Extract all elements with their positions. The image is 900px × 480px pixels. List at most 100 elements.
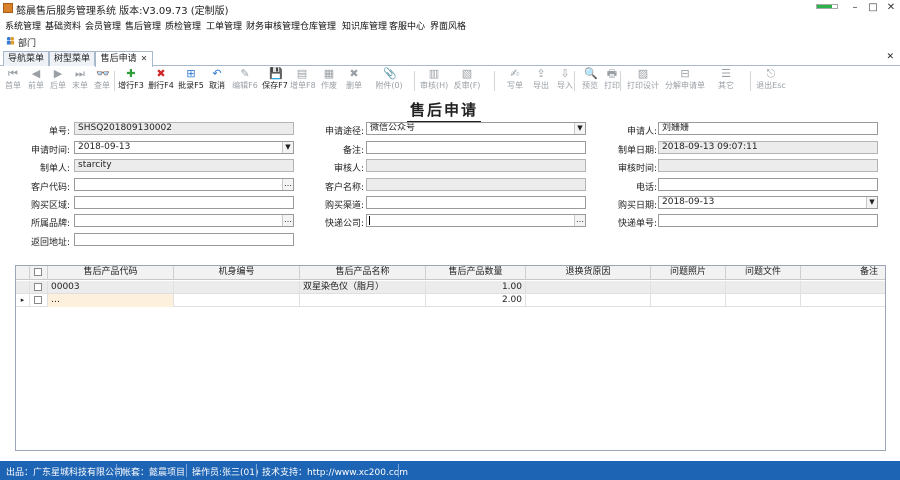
doc-no-field[interactable]: SHSQ201809130002 — [74, 122, 294, 135]
menu-member[interactable]: 会员管理 — [85, 19, 121, 32]
return-address-field[interactable] — [74, 233, 294, 246]
new-button[interactable]: ▤ 增单F8 — [290, 67, 316, 94]
add-row-button[interactable]: ✚ 增行F3 — [118, 67, 144, 94]
cell-quantity[interactable]: 2.00 — [426, 294, 526, 307]
row-select[interactable] — [30, 281, 48, 294]
find-button[interactable]: 👓 查单 — [92, 67, 112, 94]
tab-close-icon[interactable]: ✕ — [141, 54, 148, 63]
cell-files[interactable] — [726, 281, 801, 294]
cancel-button[interactable]: ↶ 取消 — [206, 67, 228, 94]
creator-field[interactable]: starcity — [74, 159, 294, 172]
tab-aftersales-apply[interactable]: 售后申请 ✕ — [95, 51, 153, 67]
cell-remark[interactable] — [801, 294, 885, 307]
ellipsis-icon[interactable]: … — [282, 179, 293, 190]
col-remark[interactable]: 备注 — [801, 266, 885, 280]
menu-workorder[interactable]: 工单管理 — [206, 19, 242, 32]
grid-header-select[interactable] — [30, 266, 48, 280]
next-button[interactable]: ▶ 后单 — [48, 67, 68, 94]
menu-finance-audit[interactable]: 财务审核管理 — [246, 19, 300, 32]
chevron-down-icon[interactable]: ▼ — [574, 123, 585, 134]
create-date-field[interactable]: 2018-09-13 09:07:11 — [658, 141, 878, 154]
menu-basic-data[interactable]: 基础资料 — [45, 19, 81, 32]
menu-theme[interactable]: 界面风格 — [430, 19, 466, 32]
save-button[interactable]: 💾 保存F7 — [262, 67, 288, 94]
col-return-reason[interactable]: 退换货原因 — [526, 266, 651, 280]
brand-field[interactable]: … — [74, 214, 294, 227]
col-product-name[interactable]: 售后产品名称 — [300, 266, 426, 280]
row-select[interactable] — [30, 294, 48, 307]
region-field[interactable] — [74, 196, 294, 209]
cell-serial-no[interactable] — [174, 294, 300, 307]
cell-photos[interactable] — [651, 281, 726, 294]
cell-serial-no[interactable] — [174, 281, 300, 294]
cell-product-code[interactable]: 00003 — [48, 281, 174, 294]
minimize-button[interactable]: – — [848, 1, 862, 14]
col-quantity[interactable]: 售后产品数量 — [426, 266, 526, 280]
unapprove-button[interactable]: ▧ 反审(F) — [452, 67, 482, 94]
preview-button[interactable]: 🔍 预览 — [580, 67, 600, 94]
tab-tree-menu[interactable]: 树型菜单 — [49, 51, 95, 66]
select-all-checkbox[interactable] — [34, 268, 42, 276]
chevron-down-icon[interactable]: ▼ — [282, 142, 293, 153]
menu-aftersales[interactable]: 售后管理 — [125, 19, 161, 32]
split-button[interactable]: ⊟ 分解申请单 — [664, 67, 706, 94]
chevron-down-icon[interactable]: ▼ — [866, 197, 877, 208]
ellipsis-icon[interactable]: … — [574, 215, 585, 226]
attachment-button[interactable]: 📎 附件(0) — [367, 67, 411, 94]
status-support[interactable]: 技术支持：http://www.xc200.com — [262, 465, 408, 478]
table-row[interactable]: 00003 双星染色仪（脂月） 1.00 — [16, 281, 885, 294]
cell-return-reason[interactable] — [526, 294, 651, 307]
prev-button[interactable]: ◀ 前单 — [26, 67, 46, 94]
write-button[interactable]: ✍ 写单 — [500, 67, 530, 94]
col-product-code[interactable]: 售后产品代码 — [48, 266, 174, 280]
more-button[interactable]: ☰ 其它 — [710, 67, 742, 94]
cell-product-name[interactable]: 双星染色仪（脂月） — [300, 281, 426, 294]
ellipsis-icon[interactable]: … — [282, 215, 293, 226]
menu-knowledge[interactable]: 知识库管理 — [342, 19, 387, 32]
purchase-date-field[interactable]: 2018-09-13 ▼ — [658, 196, 878, 209]
channel-select[interactable]: 微信公众号 ▼ — [366, 122, 586, 135]
print-button[interactable]: 🖶 打印 — [602, 67, 622, 94]
menu-service-center[interactable]: 客服中心 — [389, 19, 425, 32]
row-checkbox[interactable] — [34, 283, 42, 291]
applicant-field[interactable]: 刘姗姗 — [658, 122, 878, 135]
col-files[interactable]: 问题文件 — [726, 266, 801, 280]
audit-time-field[interactable] — [658, 159, 878, 172]
import-button[interactable]: ⇩ 导入 — [555, 67, 575, 94]
menu-warehouse[interactable]: 仓库管理 — [300, 19, 336, 32]
cell-return-reason[interactable] — [526, 281, 651, 294]
phone-field[interactable] — [658, 178, 878, 191]
tracking-no-field[interactable] — [658, 214, 878, 227]
row-checkbox[interactable] — [34, 296, 42, 304]
auditor-field[interactable] — [366, 159, 586, 172]
cell-remark[interactable] — [801, 281, 885, 294]
approve-button[interactable]: ▥ 审核(H) — [420, 67, 448, 94]
cell-files[interactable] — [726, 294, 801, 307]
remark-field[interactable] — [366, 141, 586, 154]
table-row[interactable]: ▸ … 2.00 — [16, 294, 885, 307]
exit-button[interactable]: ⎋ 退出Esc — [756, 67, 786, 94]
export-button[interactable]: ⇪ 导出 — [531, 67, 551, 94]
menu-qc[interactable]: 质检管理 — [165, 19, 201, 32]
last-button[interactable]: ⏭ 末单 — [70, 67, 90, 94]
courier-field[interactable]: … — [366, 214, 586, 227]
cell-product-code[interactable]: … — [48, 294, 174, 307]
maximize-button[interactable]: □ — [866, 1, 880, 14]
apply-time-field[interactable]: 2018-09-13 ▼ — [74, 141, 294, 154]
customer-code-field[interactable]: … — [74, 178, 294, 191]
purchase-channel-field[interactable] — [366, 196, 586, 209]
first-button[interactable]: ⏮ 首单 — [4, 67, 22, 94]
col-photos[interactable]: 问题照片 — [651, 266, 726, 280]
cell-photos[interactable] — [651, 294, 726, 307]
cell-product-name[interactable] — [300, 294, 426, 307]
batch-entry-button[interactable]: ⊞ 批录F5 — [178, 67, 204, 94]
department-label[interactable]: 部门 — [18, 36, 36, 49]
close-all-tabs-icon[interactable]: ✕ — [886, 52, 894, 62]
void-button[interactable]: ▦ 作废 — [318, 67, 340, 94]
customer-name-field[interactable] — [366, 178, 586, 191]
cell-quantity[interactable]: 1.00 — [426, 281, 526, 294]
close-window-button[interactable]: ✕ — [884, 1, 898, 14]
print-design-button[interactable]: ▨ 打印设计 — [627, 67, 659, 94]
edit-button[interactable]: ✎ 编辑F6 — [232, 67, 258, 94]
menu-system[interactable]: 系统管理 — [5, 19, 41, 32]
